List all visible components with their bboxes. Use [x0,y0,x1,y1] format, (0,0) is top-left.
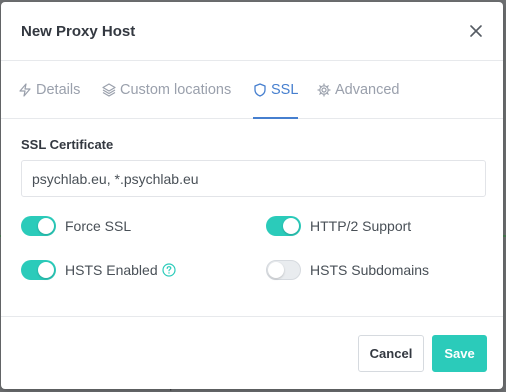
close-button[interactable] [465,20,487,42]
http2-toggle[interactable]: HTTP/2 Support [266,214,411,238]
hsts-label: HSTS Enabled [65,262,158,278]
tab-advanced[interactable]: Advanced [317,61,400,118]
tab-advanced-label: Advanced [335,81,400,98]
layers-icon [102,82,116,97]
http2-switch[interactable] [266,216,301,236]
tab-ssl[interactable]: SSL [253,61,299,119]
force-ssl-switch[interactable] [21,216,56,236]
gear-icon [317,82,331,97]
tab-details-label: Details [36,81,81,98]
modal-footer: Cancel Save [1,316,503,390]
http2-label: HTTP/2 Support [310,218,412,234]
hsts-subdomains-switch[interactable] [266,260,301,280]
tab-custom-locations[interactable]: Custom locations [102,61,231,118]
hsts-subdomains-toggle[interactable]: HSTS Subdomains [266,258,429,282]
tab-ssl-label: SSL [271,81,299,98]
shield-icon [254,82,266,97]
hsts-switch[interactable] [21,260,56,280]
tab-details[interactable]: Details [18,61,80,118]
cancel-button[interactable]: Cancel [358,335,424,372]
force-ssl-toggle[interactable]: Force SSL [21,214,131,238]
hsts-toggle[interactable]: HSTS Enabled [21,258,176,282]
close-icon [470,25,482,37]
tab-bar: Details Custom locations SSL Advanced [1,60,503,119]
tab-custom-locations-label: Custom locations [120,81,232,98]
ssl-certificate-field[interactable] [21,160,486,197]
help-icon[interactable] [162,263,176,277]
bolt-icon [19,82,31,97]
question-circle-icon [162,263,176,277]
ssl-certificate-label: SSL Certificate [21,137,114,152]
modal-title: New Proxy Host [21,23,136,40]
hsts-subdomains-label: HSTS Subdomains [310,262,430,278]
modal-header: New Proxy Host [1,2,503,60]
force-ssl-label: Force SSL [65,218,132,234]
save-button[interactable]: Save [432,335,487,372]
proxy-host-modal: New Proxy Host Details Custom locations [1,2,503,389]
